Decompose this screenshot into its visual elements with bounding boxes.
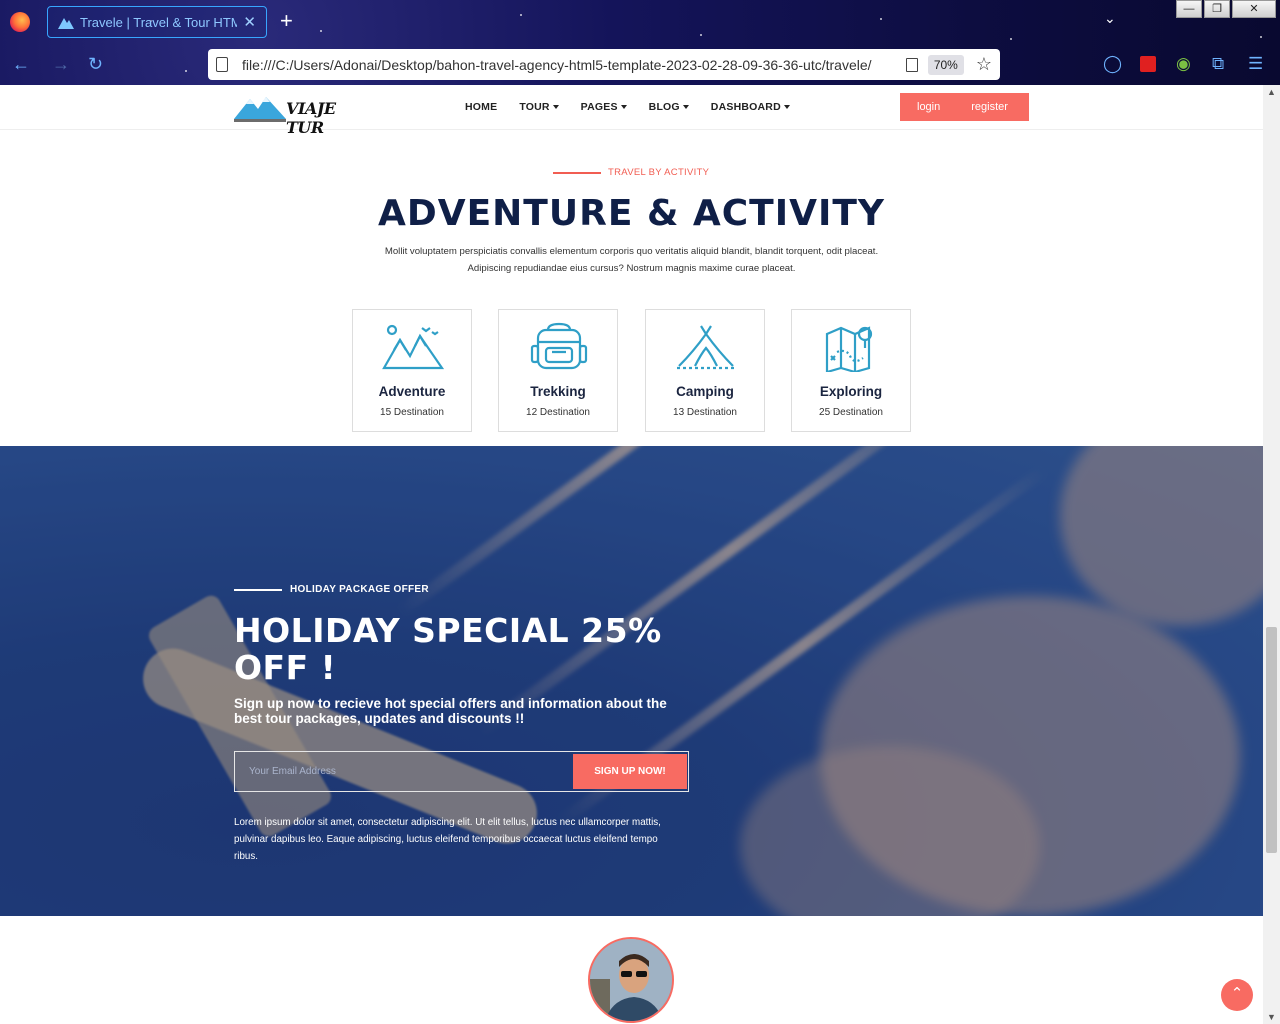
tag-line [553, 171, 601, 174]
url-text[interactable]: file:///C:/Users/Adonai/Desktop/bahon-tr… [242, 57, 896, 73]
card-subtitle: 15 Destination [380, 407, 444, 418]
mountain-favicon-icon [58, 18, 74, 29]
url-bar[interactable]: file:///C:/Users/Adonai/Desktop/bahon-tr… [208, 49, 1000, 80]
caret-down-icon [552, 105, 559, 110]
tab-bar: Travele | Travel & Tour HTML5 ✕ + ⌄ — ❐ … [0, 0, 1280, 44]
tab-active[interactable]: Travele | Travel & Tour HTML5 ✕ [47, 6, 267, 38]
close-window-button[interactable]: ✕ [1232, 0, 1276, 18]
register-button[interactable]: register [971, 101, 1008, 113]
person-photo [590, 939, 672, 1021]
activity-card-exploring[interactable]: Exploring 25 Destination [791, 309, 911, 432]
menu-dashboard-label: DASHBOARD [710, 101, 781, 113]
menu-blog[interactable]: BLOG [649, 101, 689, 113]
login-button[interactable]: login [917, 101, 940, 113]
caret-down-icon [620, 105, 627, 110]
page-icon [216, 57, 228, 72]
extension-red-icon[interactable] [1140, 56, 1156, 72]
activity-card-adventure[interactable]: Adventure 15 Destination [352, 309, 472, 432]
backpack-icon [530, 322, 588, 370]
restore-button[interactable]: ❐ [1204, 0, 1230, 18]
extension-globe-icon[interactable]: ◉ [1176, 54, 1191, 74]
map-icon [825, 326, 873, 372]
logo-mountains-icon [234, 97, 286, 122]
testimonial-avatar [588, 937, 674, 1023]
site-logo[interactable]: VIAJE TUR [234, 93, 354, 137]
web-page: VIAJE TUR HOME TOUR PAGES BLOG DASHBOARD… [0, 85, 1263, 1024]
mountains-icon [382, 324, 444, 370]
card-title: Camping [676, 384, 734, 399]
menu-home-label: HOME [465, 101, 498, 113]
zoom-level[interactable]: 70% [927, 54, 964, 75]
list-tabs-chevron-down-icon[interactable]: ⌄ [1104, 10, 1116, 27]
forward-arrow-icon[interactable]: → [52, 54, 70, 74]
firefox-icon[interactable] [10, 12, 30, 32]
card-title: Exploring [819, 384, 883, 399]
screen: Travele | Travel & Tour HTML5 ✕ + ⌄ — ❐ … [0, 0, 1280, 1024]
back-arrow-icon[interactable]: ← [12, 54, 30, 74]
menu-tour-label: TOUR [519, 101, 550, 113]
tab-title: Travele | Travel & Tour HTML5 [80, 14, 238, 30]
holiday-offer-section: HOLIDAY PACKAGE OFFER HOLIDAY SPECIAL 25… [0, 446, 1263, 916]
auth-buttons: login register [900, 93, 1029, 121]
reader-view-icon[interactable] [905, 57, 918, 72]
main-menu: HOME TOUR PAGES BLOG DASHBOARD [465, 101, 790, 113]
offer-subtitle: Sign up now to recieve hot special offer… [234, 696, 667, 726]
activity-card-camping[interactable]: Camping 13 Destination [645, 309, 765, 432]
signup-form: SIGN UP NOW! [234, 751, 689, 792]
new-tab-button[interactable]: + [280, 10, 293, 32]
tent-icon [677, 325, 735, 370]
menu-tour[interactable]: TOUR [519, 101, 559, 113]
tag-line [234, 588, 282, 591]
scroll-to-top-chevron-up-icon[interactable]: ⌃ [1221, 979, 1253, 1011]
bookmark-star-icon[interactable]: ☆ [976, 54, 992, 75]
menu-pages[interactable]: PAGES [581, 101, 627, 113]
caret-down-icon [783, 105, 790, 110]
activity-card-trekking[interactable]: Trekking 12 Destination [498, 309, 618, 432]
offer-tag-text: HOLIDAY PACKAGE OFFER [290, 584, 429, 595]
menu-hamburger-icon[interactable]: ☰ [1248, 54, 1263, 74]
page-scrollbar[interactable]: ▲ ▼ [1263, 85, 1280, 1024]
scrollbar-thumb[interactable] [1266, 627, 1277, 853]
card-subtitle: 25 Destination [819, 407, 883, 418]
menu-pages-label: PAGES [580, 101, 618, 113]
menu-home[interactable]: HOME [465, 101, 497, 113]
offer-note: Lorem ipsum dolor sit amet, consectetur … [234, 817, 661, 862]
pocket-icon[interactable]: ◯ [1103, 54, 1122, 74]
extensions-puzzle-icon[interactable]: ⧉ [1212, 54, 1224, 74]
nav-toolbar: ← → ↻ file:///C:/Users/Adonai/Desktop/ba… [0, 44, 1280, 85]
card-subtitle: 12 Destination [526, 407, 590, 418]
signup-button[interactable]: SIGN UP NOW! [573, 754, 687, 789]
card-subtitle: 13 Destination [673, 407, 737, 418]
menu-blog-label: BLOG [648, 101, 680, 113]
site-header: VIAJE TUR HOME TOUR PAGES BLOG DASHBOARD… [0, 85, 1263, 137]
section-description: Mollit voluptatem perspiciatis convallis… [384, 246, 879, 274]
menu-dashboard[interactable]: DASHBOARD [711, 101, 790, 113]
section-title: ADVENTURE & ACTIVITY [377, 193, 885, 234]
section-tag: TRAVEL BY ACTIVITY [553, 167, 709, 178]
minimize-button[interactable]: — [1176, 0, 1202, 18]
caret-down-icon [682, 105, 689, 110]
card-title: Trekking [530, 384, 586, 399]
reload-icon[interactable]: ↻ [88, 54, 103, 74]
browser-chrome: Travele | Travel & Tour HTML5 ✕ + ⌄ — ❐ … [0, 0, 1280, 85]
email-input[interactable] [235, 752, 572, 791]
window-controls: — ❐ ✕ [1176, 0, 1276, 18]
scroll-up-arrow-icon[interactable]: ▲ [1267, 87, 1276, 97]
offer-title: HOLIDAY SPECIAL 25% OFF ! [234, 611, 662, 687]
card-title: Adventure [378, 384, 446, 399]
section-tag-text: TRAVEL BY ACTIVITY [608, 167, 710, 178]
scroll-down-arrow-icon[interactable]: ▼ [1267, 1012, 1276, 1022]
logo-text: VIAJE TUR [286, 99, 336, 137]
offer-tag: HOLIDAY PACKAGE OFFER [234, 584, 429, 595]
close-tab-icon[interactable]: ✕ [243, 13, 256, 31]
